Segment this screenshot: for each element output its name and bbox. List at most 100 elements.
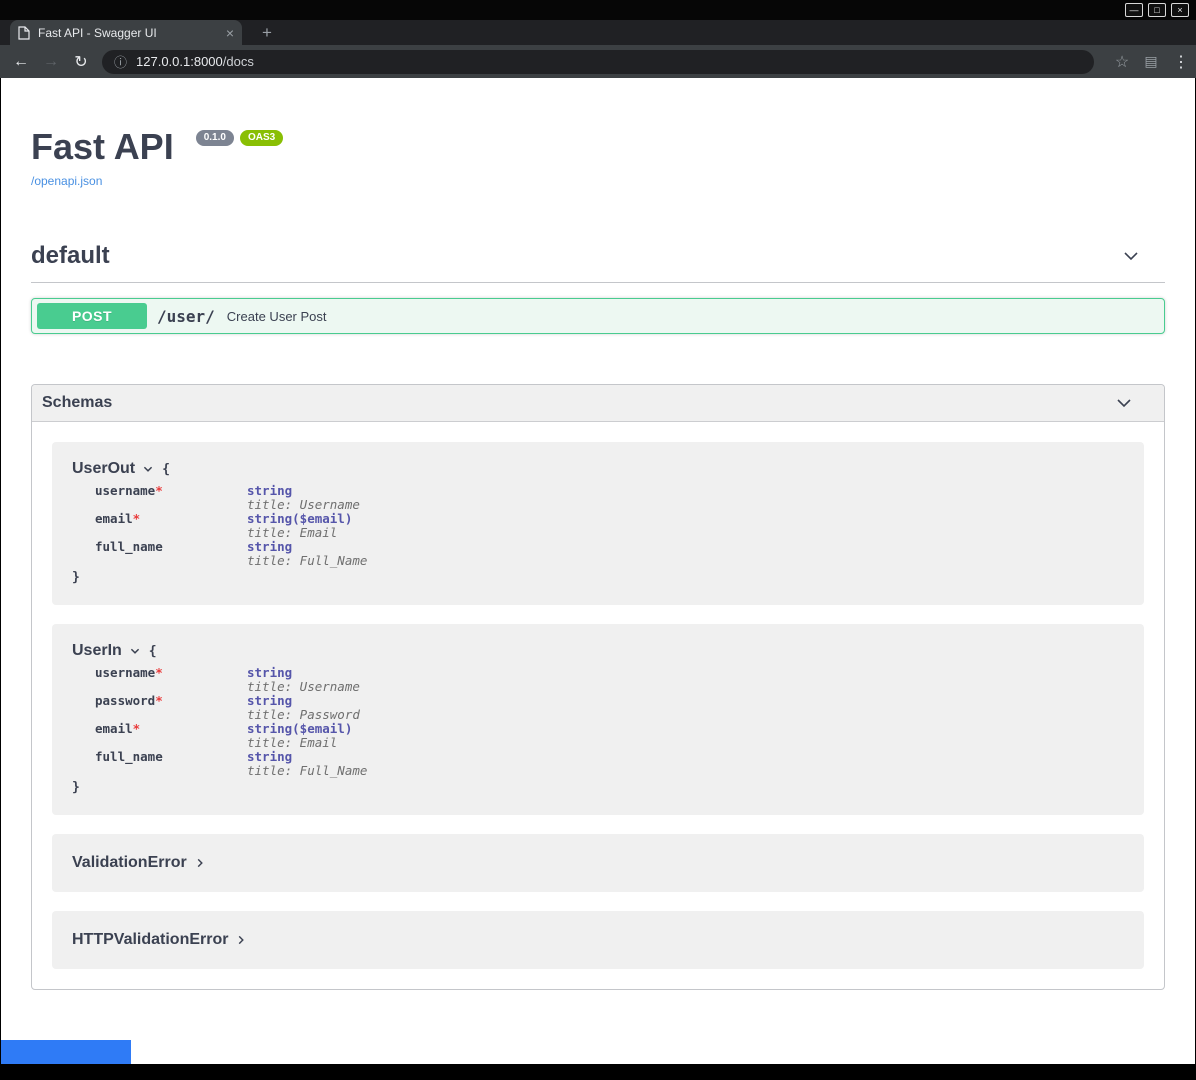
- forward-button[interactable]: →: [36, 53, 66, 71]
- property-row: password* string title: Password: [95, 694, 1124, 722]
- property-title: title: Password: [247, 708, 1124, 722]
- api-badges: 0.1.0 OAS3: [196, 130, 283, 146]
- property-type: string: [247, 721, 292, 736]
- close-brace: }: [72, 780, 1124, 795]
- property-name: username*: [95, 484, 247, 512]
- window-controls: — □ ×: [1125, 3, 1189, 17]
- model-name: UserOut: [72, 460, 135, 478]
- back-button[interactable]: ←: [6, 53, 36, 71]
- maximize-button[interactable]: □: [1148, 3, 1166, 17]
- tag-title: default: [31, 242, 110, 270]
- status-bubble: [1, 1040, 131, 1064]
- extensions-icon[interactable]: ▤: [1136, 53, 1166, 70]
- model-validationerror: ValidationError: [52, 834, 1144, 892]
- new-tab-button[interactable]: +: [256, 22, 278, 44]
- property-name: email*: [95, 722, 247, 750]
- api-title: Fast API 0.1.0 OAS3: [31, 128, 1165, 166]
- required-star: *: [133, 511, 141, 526]
- property-row: email* string($email) title: Email: [95, 512, 1124, 540]
- endpoint-path: /user/: [157, 307, 215, 326]
- site-info-icon[interactable]: ⓘ: [114, 52, 127, 71]
- property-type: string: [247, 511, 292, 526]
- model-name: ValidationError: [72, 854, 187, 872]
- api-title-text: Fast API: [31, 126, 174, 167]
- property-name: email*: [95, 512, 247, 540]
- oas3-badge: OAS3: [240, 130, 283, 146]
- tab-title: Fast API - Swagger UI: [38, 26, 220, 40]
- api-info-section: Fast API 0.1.0 OAS3 /openapi.json: [1, 78, 1195, 190]
- property-title: title: Username: [247, 680, 1124, 694]
- browser-tab[interactable]: Fast API - Swagger UI ×: [10, 20, 242, 45]
- model-userin: UserIn { username* string title: Usernam…: [52, 624, 1144, 815]
- property-list: username* string title: Username email* …: [95, 484, 1124, 568]
- property-title: title: Full_Name: [247, 554, 1124, 568]
- property-title: title: Email: [247, 736, 1124, 750]
- property-type: string: [247, 665, 292, 680]
- property-row: username* string title: Username: [95, 484, 1124, 512]
- open-brace: {: [162, 462, 170, 477]
- browser-menu-icon[interactable]: ⋮: [1166, 52, 1196, 72]
- property-type: string: [247, 483, 292, 498]
- reload-button[interactable]: ↻: [66, 52, 96, 72]
- model-httpvalidationerror-toggle[interactable]: HTTPValidationError: [72, 929, 247, 951]
- page-favicon-icon: [18, 26, 30, 40]
- property-type: string: [247, 539, 292, 554]
- property-row: full_name string title: Full_Name: [95, 540, 1124, 568]
- model-userout-toggle[interactable]: UserOut {: [72, 458, 1124, 480]
- tab-strip: Fast API - Swagger UI × +: [0, 20, 1196, 45]
- schemas-body: UserOut { username* string title: Userna…: [32, 422, 1164, 989]
- required-star: *: [155, 665, 163, 680]
- chevron-right-icon[interactable]: [235, 934, 247, 946]
- property-name: username*: [95, 666, 247, 694]
- url-path-text: /docs: [223, 54, 254, 69]
- tab-close-icon[interactable]: ×: [226, 26, 234, 40]
- chevron-down-icon[interactable]: [1121, 246, 1141, 266]
- chevron-right-icon[interactable]: [194, 857, 206, 869]
- property-row: full_name string title: Full_Name: [95, 750, 1124, 778]
- open-brace: {: [149, 644, 157, 659]
- property-row: username* string title: Username: [95, 666, 1124, 694]
- chevron-down-icon[interactable]: [1114, 393, 1134, 413]
- schemas-section: Schemas UserOut { username*: [31, 384, 1165, 990]
- model-userin-toggle[interactable]: UserIn {: [72, 640, 1124, 662]
- chevron-down-icon[interactable]: [129, 645, 141, 657]
- minimize-button[interactable]: —: [1125, 3, 1143, 17]
- swagger-page: Fast API 0.1.0 OAS3 /openapi.json defaul…: [1, 78, 1195, 1064]
- required-star: *: [133, 721, 141, 736]
- model-name: HTTPValidationError: [72, 931, 228, 949]
- window-titlebar: — □ ×: [0, 0, 1196, 20]
- openapi-json-link[interactable]: /openapi.json: [31, 174, 102, 188]
- address-bar[interactable]: ⓘ 127.0.0.1:8000 /docs: [102, 50, 1094, 74]
- schemas-title: Schemas: [42, 394, 112, 412]
- close-brace: }: [72, 570, 1124, 585]
- property-title: title: Full_Name: [247, 764, 1124, 778]
- model-validationerror-toggle[interactable]: ValidationError: [72, 852, 206, 874]
- property-list: username* string title: Username passwor…: [95, 666, 1124, 778]
- browser-toolbar: ← → ↻ ⓘ 127.0.0.1:8000 /docs ☆ ▤ ⋮: [0, 45, 1196, 78]
- required-star: *: [155, 483, 163, 498]
- tag-default-header[interactable]: default: [31, 242, 1165, 283]
- model-userout: UserOut { username* string title: Userna…: [52, 442, 1144, 605]
- property-name: password*: [95, 694, 247, 722]
- version-badge: 0.1.0: [196, 130, 234, 146]
- opblock-post-user[interactable]: POST /user/ Create User Post: [31, 298, 1165, 334]
- chevron-down-icon[interactable]: [142, 463, 154, 475]
- property-name: full_name: [95, 540, 247, 568]
- model-name: UserIn: [72, 642, 122, 660]
- property-name: full_name: [95, 750, 247, 778]
- property-format: ($email): [292, 511, 352, 526]
- post-method-badge: POST: [37, 303, 147, 329]
- property-title: title: Username: [247, 498, 1124, 512]
- bookmark-star-icon[interactable]: ☆: [1108, 52, 1136, 72]
- property-title: title: Email: [247, 526, 1124, 540]
- property-type: string: [247, 749, 292, 764]
- model-httpvalidationerror: HTTPValidationError: [52, 911, 1144, 969]
- property-row: email* string($email) title: Email: [95, 722, 1124, 750]
- required-star: *: [155, 693, 163, 708]
- property-type: string: [247, 693, 292, 708]
- close-button[interactable]: ×: [1171, 3, 1189, 17]
- schemas-header[interactable]: Schemas: [32, 385, 1164, 422]
- url-host-text: 127.0.0.1:8000: [136, 54, 223, 69]
- endpoint-summary: Create User Post: [227, 309, 327, 324]
- property-format: ($email): [292, 721, 352, 736]
